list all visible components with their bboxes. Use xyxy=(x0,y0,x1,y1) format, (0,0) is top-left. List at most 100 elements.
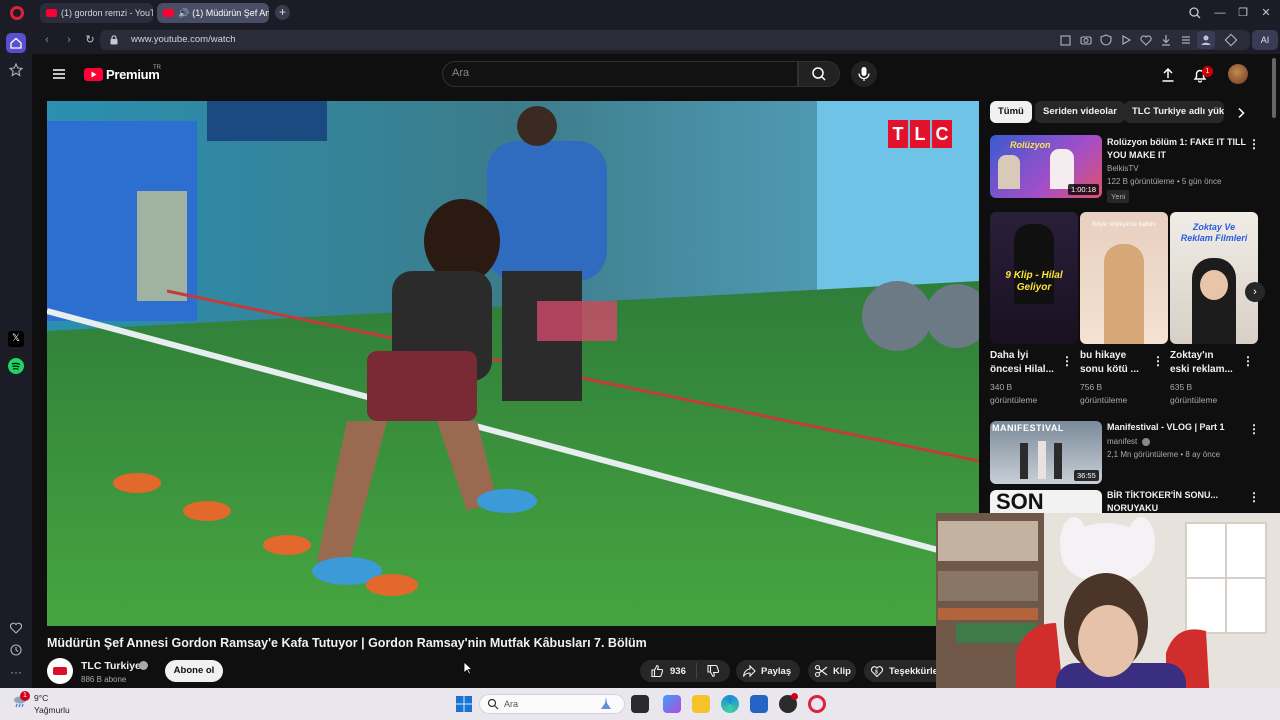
youtube-logo-icon[interactable] xyxy=(84,68,103,81)
short-title[interactable]: Zoktay'ın eski reklam... xyxy=(1170,349,1240,377)
recommended-title[interactable]: Rolüzyon bölüm 1: FAKE IT TILL YOU MAKE … xyxy=(1107,136,1247,161)
short-title[interactable]: bu hikaye sonu kötü ... xyxy=(1080,349,1150,377)
hamburger-menu-icon[interactable] xyxy=(52,67,66,81)
upload-icon[interactable] xyxy=(1159,66,1177,84)
subscribe-button[interactable]: Abone ol xyxy=(165,660,223,682)
shorts-next-arrow-icon[interactable]: › xyxy=(1245,282,1265,302)
voice-search-mic-icon[interactable] xyxy=(851,61,877,87)
chevron-right-icon[interactable] xyxy=(1234,106,1248,120)
dislike-button[interactable] xyxy=(697,664,729,678)
account-avatar[interactable] xyxy=(1228,64,1248,84)
recommended-title[interactable]: BİR TİKTOKER'İN SONU... NORUYAKU xyxy=(1107,489,1247,514)
search-button[interactable] xyxy=(798,61,840,87)
short-thumbnail[interactable]: Böyle söyleyince kalbim xyxy=(1080,212,1168,344)
youtube-logo-text[interactable]: Premium xyxy=(106,67,160,82)
maximize-button[interactable]: ❐ xyxy=(1234,4,1252,22)
heart-icon[interactable] xyxy=(8,620,24,636)
thumbnail-text: MANIFESTIVAL xyxy=(992,423,1064,433)
video-player[interactable] xyxy=(47,101,979,626)
mouse-cursor-icon xyxy=(463,661,473,675)
ai-label: AI xyxy=(1260,35,1270,45)
search-input[interactable] xyxy=(442,61,798,87)
video-frame xyxy=(47,101,979,626)
notification-dot xyxy=(791,693,798,700)
chip-from-uploader[interactable]: TLC Turkiye adlı yükleyiciden xyxy=(1124,101,1224,123)
edit-icon[interactable] xyxy=(1059,33,1073,47)
speaker-icon[interactable]: 🔊 xyxy=(178,8,189,19)
windows-start-icon[interactable] xyxy=(455,695,473,713)
edge-browser-icon[interactable] xyxy=(721,695,739,713)
channel-name[interactable]: TLC Turkiye xyxy=(81,660,141,672)
recommended-meta: 2,1 Mn görüntüleme • 8 ay önce xyxy=(1107,450,1221,459)
opera-logo-icon[interactable] xyxy=(10,6,24,20)
title-line: Zoktay'ın xyxy=(1170,350,1214,361)
notification-count-badge: 1 xyxy=(1202,66,1213,77)
more-icon[interactable]: ··· xyxy=(8,664,24,680)
file-explorer-icon[interactable] xyxy=(692,695,710,713)
url-bar[interactable] xyxy=(100,30,1250,50)
camera-icon[interactable] xyxy=(1079,33,1093,47)
short-thumbnail[interactable]: 9 Klip - Hilal Geliyor xyxy=(990,212,1078,344)
more-actions-icon[interactable]: ⋮ xyxy=(1248,422,1260,436)
recommended-thumbnail[interactable]: SON xyxy=(990,490,1102,514)
shield-icon[interactable] xyxy=(1099,33,1113,47)
tab-label: (1) Müdürün Şef Annes xyxy=(192,8,269,18)
heart-icon[interactable] xyxy=(1139,33,1153,47)
opera-browser-icon[interactable] xyxy=(808,695,826,713)
menu-icon[interactable] xyxy=(1179,33,1193,47)
clip-button[interactable]: Klip xyxy=(808,660,856,682)
short-thumbnail[interactable]: Zoktay Ve Reklam Filmleri xyxy=(1170,212,1258,344)
profile-icon[interactable] xyxy=(1197,31,1215,49)
more-actions-icon[interactable]: ⋮ xyxy=(1152,354,1164,368)
download-icon[interactable] xyxy=(1159,33,1173,47)
new-tab-button[interactable]: + xyxy=(275,5,290,20)
recommended-channel[interactable]: manifest xyxy=(1107,436,1137,448)
minimize-button[interactable]: — xyxy=(1211,4,1229,22)
close-window-button[interactable]: ✕ xyxy=(1257,4,1275,22)
url-text[interactable]: www.youtube.com/watch xyxy=(131,34,236,45)
play-icon[interactable] xyxy=(1119,33,1133,47)
copilot-icon[interactable] xyxy=(663,695,681,713)
taskbar-search-placeholder: Ara xyxy=(504,699,519,709)
task-view-icon[interactable] xyxy=(631,695,649,713)
title-line: sonu kötü ... xyxy=(1080,364,1139,375)
share-button[interactable]: Paylaş xyxy=(736,660,800,682)
browser-tab-video[interactable]: 🔊 (1) Müdürün Şef Annes xyxy=(157,3,269,23)
back-icon[interactable]: ‹ xyxy=(40,33,54,47)
weather-temperature[interactable]: 9°C xyxy=(34,693,48,703)
like-button[interactable]: 936 xyxy=(640,663,697,679)
page-scrollbar[interactable] xyxy=(1272,58,1276,118)
short-title[interactable]: Daha İyi öncesi Hilal... xyxy=(990,349,1060,377)
verified-check-icon xyxy=(139,661,148,670)
chip-series-videos[interactable]: Seriden videolar xyxy=(1035,101,1125,123)
more-actions-icon[interactable]: ⋮ xyxy=(1248,490,1260,504)
x-twitter-icon[interactable]: 𝕏 xyxy=(8,331,24,347)
forward-icon[interactable]: › xyxy=(62,33,76,47)
weather-condition[interactable]: Yağmurlu xyxy=(34,705,70,715)
thanks-button[interactable]: $ Teşekkürler xyxy=(864,660,944,682)
thumbnail-text: Rolüzyon xyxy=(1010,140,1051,150)
tlc-logo-icon xyxy=(53,667,67,675)
cube-icon[interactable] xyxy=(1224,33,1238,47)
browser-sidebar xyxy=(0,26,32,688)
more-actions-icon[interactable]: ⋮ xyxy=(1248,137,1260,151)
browser-tab-search[interactable]: (1) gordon remzi - YouTube xyxy=(40,3,153,23)
home-icon[interactable] xyxy=(6,33,26,53)
chip-all[interactable]: Tümü xyxy=(990,101,1032,123)
spotify-icon[interactable] xyxy=(8,358,24,374)
more-actions-icon[interactable]: ⋮ xyxy=(1061,354,1073,368)
microsoft-store-icon[interactable] xyxy=(750,695,768,713)
tab-search-icon[interactable] xyxy=(1186,4,1204,22)
recommended-channel[interactable]: BelkisTV xyxy=(1107,163,1139,175)
more-actions-icon[interactable]: ⋮ xyxy=(1242,354,1254,368)
lock-icon[interactable] xyxy=(110,35,118,45)
history-clock-icon[interactable] xyxy=(8,642,24,658)
short-thumb-text: Böyle söyleyince kalbim xyxy=(1092,222,1156,228)
recommended-title[interactable]: Manifestival - VLOG | Part 1 xyxy=(1107,421,1247,434)
title-line: öncesi Hilal... xyxy=(990,364,1054,375)
search-placeholder: Ara xyxy=(452,67,470,79)
short-views: 635 B görüntüleme xyxy=(1170,381,1240,407)
reload-icon[interactable]: ↻ xyxy=(83,33,97,47)
aria-ai-button[interactable]: AI xyxy=(1252,30,1278,50)
bookmarks-star-icon[interactable] xyxy=(8,62,24,78)
